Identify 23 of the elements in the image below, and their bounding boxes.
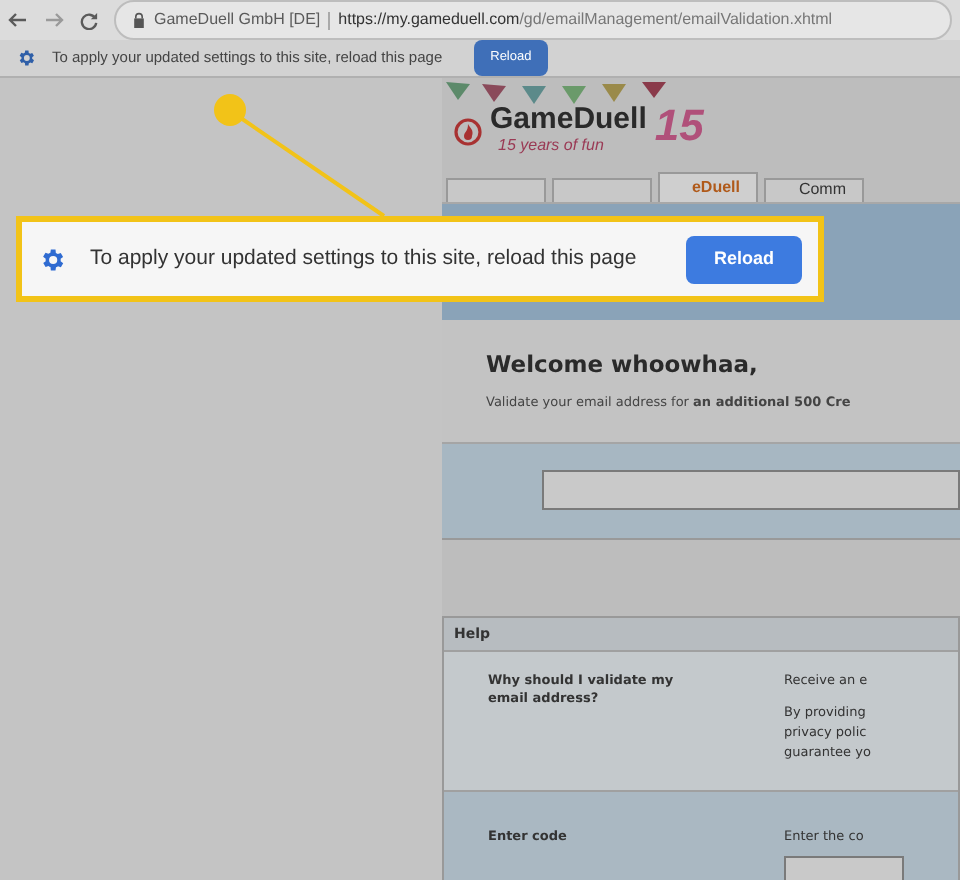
logo-tagline: 15 years of fun <box>496 134 606 159</box>
nav-tab[interactable] <box>446 177 546 202</box>
anniversary-number: 15 <box>654 103 704 148</box>
code-input-field[interactable] <box>784 856 904 880</box>
callout-reload-button[interactable]: Reload <box>686 235 802 283</box>
nav-tab[interactable] <box>552 177 652 202</box>
url-path: /gd/emailManagement/emailValidation.xhtml <box>519 8 833 32</box>
flame-logo-icon <box>454 117 482 146</box>
url-field[interactable]: GameDuell GmbH [DE] https://my.gameduell.com/gd/emailManagement/emailValidation.xhtml <box>114 0 952 40</box>
refresh-icon[interactable] <box>80 11 98 29</box>
lock-icon <box>132 12 146 28</box>
back-arrow-icon[interactable] <box>8 12 28 28</box>
settings-icon <box>16 47 36 68</box>
logo-name: GameDuell <box>490 104 647 135</box>
nav-tab[interactable]: Comm <box>764 177 864 202</box>
site-name: GameDuell GmbH [DE] <box>154 8 321 32</box>
welcome-title: Welcome whoowhaa, <box>486 347 760 382</box>
settings-icon <box>38 245 66 273</box>
callout-message: To apply your updated settings to this site, reload this page <box>90 243 637 274</box>
url-host: https://my.gameduell.com <box>338 8 520 32</box>
nav-tab[interactable]: eDuell <box>658 171 758 202</box>
forward-arrow-icon[interactable] <box>44 12 64 28</box>
email-input-field[interactable] <box>542 470 960 511</box>
